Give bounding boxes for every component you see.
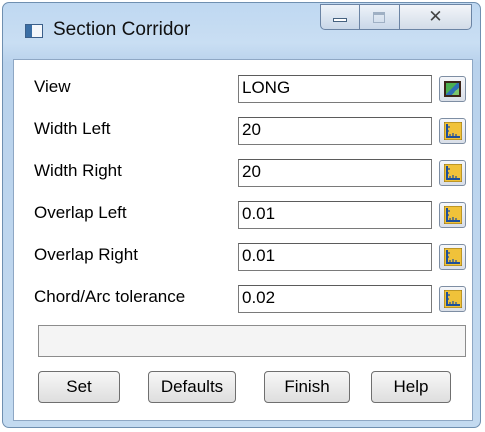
- width-left-measure-button[interactable]: [439, 118, 466, 144]
- field-row-width-left: Width Left 20: [14, 115, 472, 149]
- dialog-body: View LONG Width Left 20 Width Right 20 O…: [13, 59, 473, 421]
- overlap-right-measure-button[interactable]: [439, 244, 466, 270]
- width-right-input[interactable]: 20: [238, 159, 432, 187]
- finish-button[interactable]: Finish: [264, 371, 350, 403]
- width-right-measure-button[interactable]: [439, 160, 466, 186]
- width-left-input[interactable]: 20: [238, 117, 432, 145]
- width-right-label: Width Right: [34, 161, 122, 180]
- close-icon: ✕: [428, 7, 443, 27]
- overlap-right-label: Overlap Right: [34, 245, 138, 264]
- maximize-button[interactable]: [360, 4, 400, 30]
- field-row-overlap-right: Overlap Right 0.01: [14, 241, 472, 275]
- caption-buttons: ✕: [320, 4, 472, 32]
- view-picker-button[interactable]: [439, 76, 466, 102]
- window-title: Section Corridor: [53, 19, 191, 40]
- field-row-view: View LONG: [14, 73, 472, 107]
- overlap-left-measure-button[interactable]: [439, 202, 466, 228]
- title-bar[interactable]: Section Corridor ✕: [3, 3, 480, 59]
- field-row-width-right: Width Right 20: [14, 157, 472, 191]
- measure-icon: [444, 206, 462, 224]
- section-corridor-dialog: Section Corridor ✕ View LONG Width Left …: [2, 2, 481, 428]
- defaults-button[interactable]: Defaults: [148, 371, 236, 403]
- view-input[interactable]: LONG: [238, 75, 432, 103]
- overlap-left-label: Overlap Left: [34, 203, 127, 222]
- chord-arc-tolerance-input[interactable]: 0.02: [238, 285, 432, 313]
- field-row-overlap-left: Overlap Left 0.01: [14, 199, 472, 233]
- measure-icon: [444, 122, 462, 140]
- measure-icon: [444, 164, 462, 182]
- measure-icon: [444, 248, 462, 266]
- view-label: View: [34, 77, 71, 96]
- close-button[interactable]: ✕: [400, 4, 472, 30]
- minimize-button[interactable]: [320, 4, 360, 30]
- view-picker-icon: [444, 81, 461, 97]
- button-row: Set Defaults Finish Help: [14, 371, 472, 405]
- set-button[interactable]: Set: [38, 371, 120, 403]
- chord-arc-tolerance-label: Chord/Arc tolerance: [34, 287, 186, 306]
- chord-arc-tolerance-measure-button[interactable]: [439, 286, 466, 312]
- width-left-label: Width Left: [34, 119, 111, 138]
- overlap-right-input[interactable]: 0.01: [238, 243, 432, 271]
- help-button[interactable]: Help: [371, 371, 451, 403]
- desktop: Section Corridor ✕ View LONG Width Left …: [0, 0, 485, 432]
- minimize-icon: [333, 18, 347, 22]
- window-icon: [25, 24, 43, 38]
- field-row-chord-arc-tolerance: Chord/Arc tolerance 0.02: [14, 283, 472, 317]
- overlap-left-input[interactable]: 0.01: [238, 201, 432, 229]
- status-message-box: [38, 325, 466, 357]
- measure-icon: [444, 290, 462, 308]
- maximize-icon: [373, 12, 385, 23]
